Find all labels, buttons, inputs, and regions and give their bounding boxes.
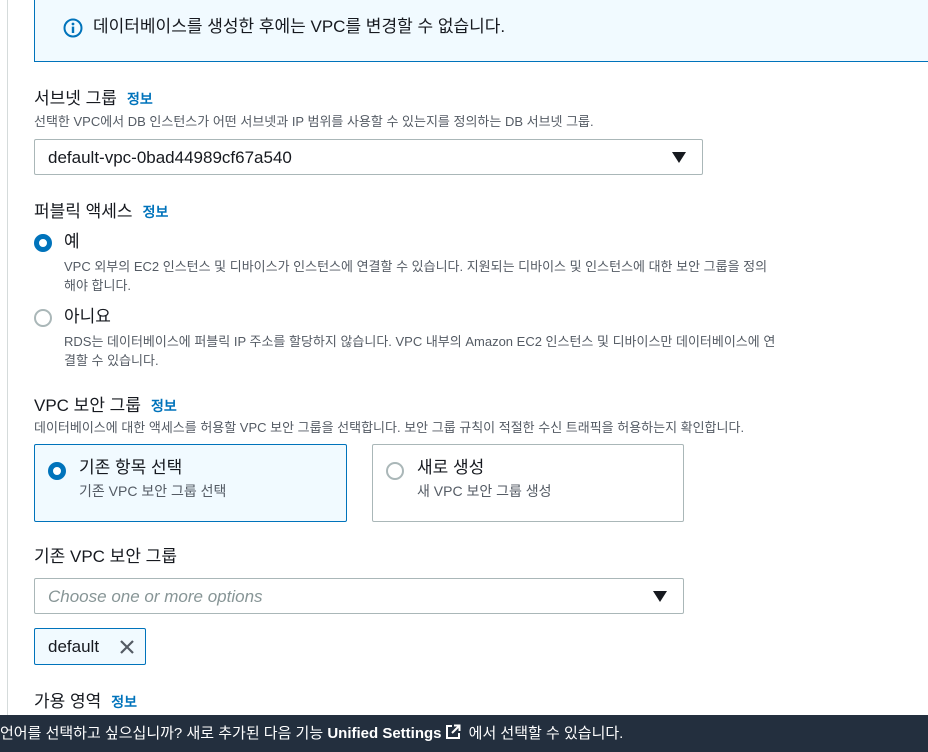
security-groups-multiselect[interactable]: Choose one or more options — [34, 578, 684, 614]
public-access-yes-radio[interactable] — [34, 234, 52, 252]
existing-security-groups-label: 기존 VPC 보안 그룹 — [34, 547, 177, 566]
unified-settings-link[interactable]: Unified Settings — [327, 725, 441, 742]
subnet-group-select[interactable]: default-vpc-0bad44989cf67a540 — [34, 139, 703, 175]
info-alert: 데이터베이스를 생성한 후에는 VPC를 변경할 수 없습니다. — [34, 0, 928, 62]
footer-text-after: 에서 선택할 수 있습니다. — [464, 725, 624, 742]
availability-zone-label: 가용 영역 정보 — [34, 691, 137, 713]
public-access-no-desc-line2: 결할 수 있습니다. — [64, 353, 159, 368]
create-new-radio[interactable] — [386, 462, 404, 480]
subnet-group-description: 선택한 VPC에서 DB 인스턴스가 어떤 서브넷과 IP 범위를 사용할 수 … — [34, 114, 594, 129]
security-group-token: default — [34, 628, 146, 665]
footer-notification-bar: 언어를 선택하고 싶으십니까? 새로 추가된 다음 기능 Unified Set… — [0, 715, 928, 752]
footer-text-before: 언어를 선택하고 싶으십니까? 새로 추가된 다음 기능 — [0, 725, 328, 742]
subnet-group-label-text: 서브넷 그룹 — [34, 89, 117, 108]
info-alert-text: 데이터베이스를 생성한 후에는 VPC를 변경할 수 없습니다. — [93, 17, 506, 36]
public-access-yes-desc-line2: 해야 합니다. — [64, 278, 132, 293]
choose-existing-tile[interactable]: 기존 항목 선택 기존 VPC 보안 그룹 선택 — [34, 444, 347, 522]
public-access-yes-description: VPC 외부의 EC2 인스턴스 및 디바이스가 인스턴스에 연결할 수 있습니… — [64, 257, 767, 295]
public-access-yes-label: 예 — [64, 232, 80, 251]
choose-existing-description: 기존 VPC 보안 그룹 선택 — [79, 483, 227, 499]
choose-existing-radio[interactable] — [48, 462, 66, 480]
public-access-no-desc-line1: RDS는 데이터베이스에 퍼블릭 IP 주소를 할당하지 않습니다. VPC 내… — [64, 334, 776, 349]
external-link-icon[interactable] — [445, 724, 461, 740]
public-access-no-description: RDS는 데이터베이스에 퍼블릭 IP 주소를 할당하지 않습니다. VPC 내… — [64, 332, 775, 370]
create-new-title: 새로 생성 — [417, 458, 485, 477]
availability-zone-label-text: 가용 영역 — [34, 692, 102, 711]
caret-down-icon — [672, 152, 686, 163]
public-access-no-radio[interactable] — [34, 309, 52, 327]
security-group-token-label: default — [48, 637, 100, 656]
caret-down-icon — [653, 591, 667, 602]
subnet-group-label: 서브넷 그룹 정보 — [34, 88, 153, 110]
availability-zone-info-link[interactable]: 정보 — [111, 694, 137, 710]
vpc-security-group-label: VPC 보안 그룹 정보 — [34, 395, 177, 417]
public-access-label: 퍼블릭 액세스 정보 — [34, 201, 168, 223]
info-icon — [63, 18, 83, 38]
vpc-security-group-label-text: VPC 보안 그룹 — [34, 396, 141, 415]
left-divider — [7, 0, 8, 715]
vpc-security-group-info-link[interactable]: 정보 — [151, 398, 177, 414]
public-access-info-link[interactable]: 정보 — [143, 204, 169, 220]
footer-message: 언어를 선택하고 싶으십니까? 새로 추가된 다음 기능 Unified Set… — [0, 724, 623, 744]
subnet-group-info-link[interactable]: 정보 — [127, 91, 153, 107]
public-access-no-label: 아니요 — [64, 307, 111, 326]
security-groups-placeholder: Choose one or more options — [48, 587, 263, 606]
public-access-label-text: 퍼블릭 액세스 — [34, 202, 133, 221]
vpc-security-group-description: 데이터베이스에 대한 액세스를 허용할 VPC 보안 그룹을 선택합니다. 보안… — [34, 420, 745, 435]
create-new-tile[interactable]: 새로 생성 새 VPC 보안 그룹 생성 — [372, 444, 684, 522]
subnet-group-selected-value: default-vpc-0bad44989cf67a540 — [48, 148, 292, 167]
remove-token-close-icon[interactable] — [119, 639, 135, 655]
choose-existing-title: 기존 항목 선택 — [79, 458, 183, 477]
create-new-description: 새 VPC 보안 그룹 생성 — [417, 483, 552, 499]
public-access-yes-desc-line1: VPC 외부의 EC2 인스턴스 및 디바이스가 인스턴스에 연결할 수 있습니… — [64, 259, 768, 274]
